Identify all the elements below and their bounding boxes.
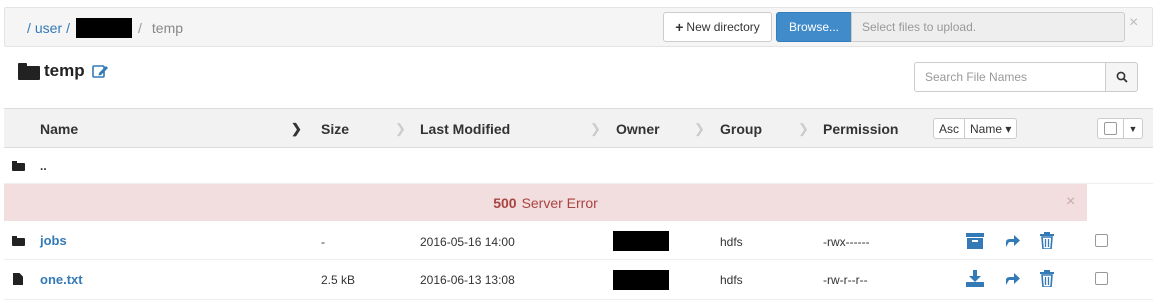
download-icon[interactable] bbox=[966, 270, 984, 287]
upload-file-field[interactable]: Select files to upload. bbox=[851, 12, 1125, 42]
folder-icon bbox=[12, 161, 25, 171]
column-owner[interactable]: Owner bbox=[616, 121, 660, 137]
new-directory-label: New directory bbox=[686, 20, 760, 34]
select-all-group: ▼ bbox=[1097, 118, 1143, 139]
row-owner-redacted bbox=[613, 231, 669, 251]
new-directory-button[interactable]: + New directory bbox=[663, 12, 772, 42]
trash-icon[interactable] bbox=[1040, 232, 1054, 249]
page-title: temp bbox=[18, 61, 109, 81]
search-button[interactable] bbox=[1105, 62, 1138, 92]
move-icon[interactable] bbox=[1004, 272, 1020, 286]
top-toolbar: / user / / temp + New directory Browse..… bbox=[4, 7, 1153, 47]
caret-down-icon[interactable]: ▼ bbox=[1124, 119, 1142, 138]
row-group: hdfs bbox=[720, 235, 743, 249]
file-icon bbox=[13, 273, 23, 285]
archive-icon[interactable] bbox=[966, 233, 984, 249]
breadcrumb-redacted[interactable] bbox=[76, 18, 133, 38]
edit-icon[interactable] bbox=[91, 64, 109, 79]
row-size: 2.5 kB bbox=[321, 273, 356, 287]
chevron-right-icon[interactable]: ❯ bbox=[798, 121, 809, 137]
breadcrumb-separator: / bbox=[138, 20, 142, 36]
row-checkbox[interactable] bbox=[1095, 234, 1108, 247]
chevron-right-icon[interactable]: ❯ bbox=[694, 121, 705, 137]
chevron-right-icon[interactable]: ❯ bbox=[590, 121, 601, 137]
column-permission[interactable]: Permission bbox=[823, 121, 898, 137]
move-icon[interactable] bbox=[1004, 234, 1020, 248]
column-last-modified[interactable]: Last Modified bbox=[420, 121, 510, 137]
breadcrumb-current: temp bbox=[151, 20, 184, 36]
row-permission: -rw-r--r-- bbox=[823, 273, 868, 287]
row-name-link[interactable]: jobs bbox=[40, 233, 67, 248]
row-name-link[interactable]: one.txt bbox=[40, 272, 83, 287]
error-alert: 500 Server Error bbox=[4, 184, 1087, 221]
folder-title: temp bbox=[44, 61, 85, 80]
folder-icon bbox=[18, 62, 40, 80]
chevron-right-icon[interactable]: ❯ bbox=[395, 121, 406, 137]
table-row[interactable]: jobs - 2016-05-16 14:00 hdfs -rwx------ bbox=[4, 222, 1153, 260]
chevron-down-icon[interactable]: ❯ bbox=[291, 121, 302, 137]
row-owner-redacted bbox=[613, 270, 669, 290]
table-header: Name ❯ Size ❯ Last Modified ❯ Owner ❯ Gr… bbox=[4, 108, 1153, 148]
error-message: Server Error bbox=[521, 194, 598, 211]
sort-order-button[interactable]: Asc bbox=[934, 119, 966, 138]
trash-icon[interactable] bbox=[1040, 270, 1054, 287]
column-size[interactable]: Size bbox=[321, 121, 349, 137]
sort-by-dropdown[interactable]: Name ▾ bbox=[965, 119, 1016, 138]
close-icon[interactable]: × bbox=[1066, 193, 1075, 211]
breadcrumb: / user / / temp bbox=[23, 18, 184, 38]
close-icon[interactable]: × bbox=[1129, 14, 1138, 32]
error-code: 500 bbox=[493, 194, 517, 211]
breadcrumb-separator: / bbox=[66, 20, 71, 36]
row-size: - bbox=[321, 235, 325, 249]
row-group: hdfs bbox=[720, 273, 743, 287]
breadcrumb-user[interactable]: user bbox=[35, 20, 62, 36]
table-row[interactable]: one.txt 2.5 kB 2016-06-13 13:08 hdfs -rw… bbox=[4, 260, 1153, 300]
search-icon bbox=[1116, 71, 1128, 83]
column-name[interactable]: Name bbox=[40, 121, 78, 137]
row-modified: 2016-05-16 14:00 bbox=[420, 235, 515, 249]
plus-icon: + bbox=[675, 19, 684, 35]
row-checkbox[interactable] bbox=[1095, 272, 1108, 285]
column-group[interactable]: Group bbox=[720, 121, 762, 137]
table-row-parent[interactable]: .. bbox=[4, 148, 1153, 184]
select-all-checkbox[interactable] bbox=[1104, 122, 1117, 135]
breadcrumb-separator: / bbox=[27, 20, 31, 36]
browse-button[interactable]: Browse... bbox=[776, 12, 852, 42]
row-permission: -rwx------ bbox=[823, 235, 870, 249]
row-modified: 2016-06-13 13:08 bbox=[420, 273, 515, 287]
parent-directory-link[interactable]: .. bbox=[40, 159, 47, 173]
search-input[interactable]: Search File Names bbox=[914, 62, 1106, 92]
folder-icon bbox=[12, 236, 25, 246]
select-all-checkbox-wrap[interactable] bbox=[1098, 119, 1124, 138]
sort-controls: Asc Name ▾ bbox=[933, 118, 1018, 139]
